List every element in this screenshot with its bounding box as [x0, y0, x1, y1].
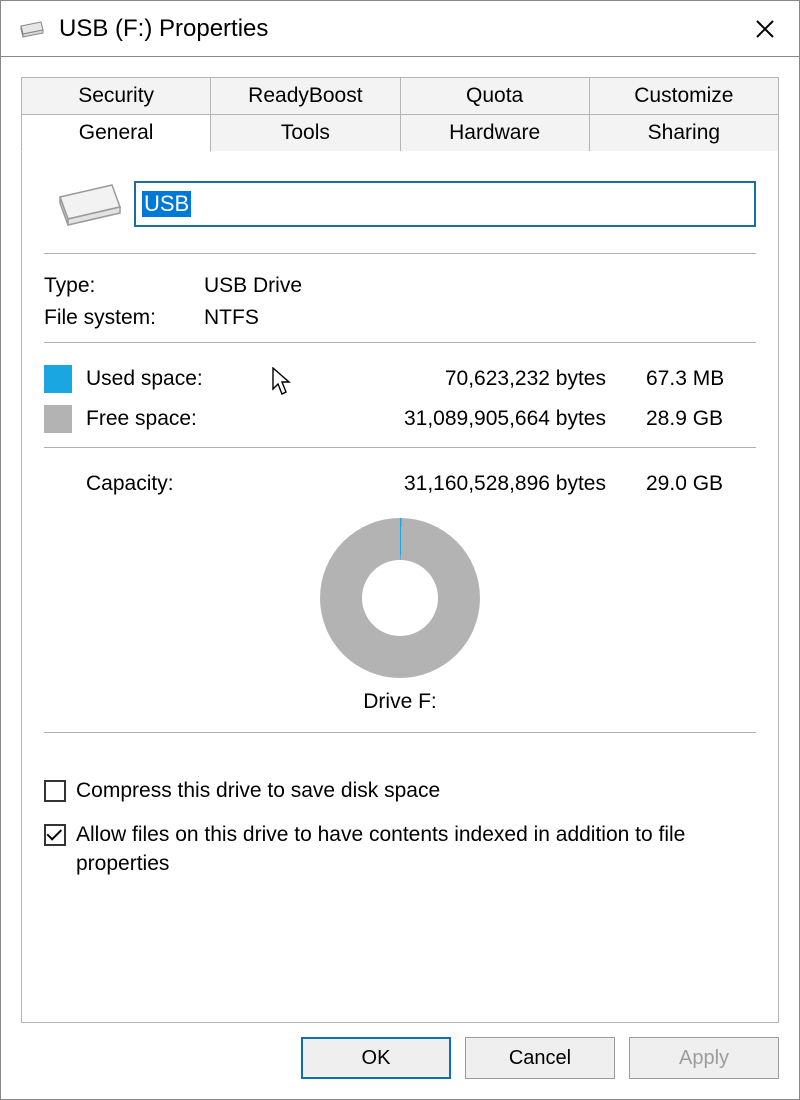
tabs-container: Security ReadyBoost Quota Customize Gene… [1, 57, 799, 1023]
capacity-pie-chart [320, 518, 480, 678]
tab-general[interactable]: General [21, 115, 211, 152]
free-space-bytes: 31,089,905,664 bytes [236, 407, 646, 431]
tab-quota[interactable]: Quota [401, 77, 590, 115]
index-checkbox[interactable] [44, 824, 66, 846]
free-space-swatch [44, 405, 72, 433]
tab-tools[interactable]: Tools [211, 115, 400, 152]
drive-icon-large [44, 181, 134, 227]
volume-name-input[interactable]: USB [134, 181, 756, 227]
separator [44, 447, 756, 448]
capacity-bytes: 31,160,528,896 bytes [236, 472, 646, 496]
apply-button: Apply [629, 1037, 779, 1079]
close-button[interactable] [741, 5, 789, 53]
tab-rows: Security ReadyBoost Quota Customize Gene… [21, 77, 779, 152]
tab-sharing[interactable]: Sharing [590, 115, 779, 152]
free-space-human: 28.9 GB [646, 407, 756, 431]
capacity-human: 29.0 GB [646, 472, 756, 496]
separator [44, 342, 756, 343]
drive-icon-small [19, 20, 45, 38]
capacity-label: Capacity: [86, 472, 236, 496]
titlebar: USB (F:) Properties [1, 1, 799, 57]
type-value: USB Drive [204, 274, 302, 298]
properties-dialog: USB (F:) Properties Security ReadyBoost … [0, 0, 800, 1100]
filesystem-label: File system: [44, 306, 204, 330]
separator [44, 253, 756, 254]
filesystem-value: NTFS [204, 306, 259, 330]
used-space-label: Used space: [86, 367, 236, 391]
used-space-bytes: 70,623,232 bytes [236, 367, 646, 391]
close-icon [755, 19, 775, 39]
type-label: Type: [44, 274, 204, 298]
used-space-human: 67.3 MB [646, 367, 756, 391]
volume-name-text: USB [142, 191, 191, 217]
tab-security[interactable]: Security [21, 77, 211, 115]
dialog-button-bar: OK Cancel Apply [1, 1023, 799, 1099]
compress-checkbox[interactable] [44, 780, 66, 802]
free-space-label: Free space: [86, 407, 236, 431]
window-title: USB (F:) Properties [59, 15, 741, 43]
tab-panel-general: USB Type: USB Drive File system: NTFS Us… [21, 151, 779, 1023]
compress-label: Compress this drive to save disk space [76, 777, 440, 805]
cancel-button[interactable]: Cancel [465, 1037, 615, 1079]
separator [44, 732, 756, 733]
ok-button[interactable]: OK [301, 1037, 451, 1079]
tab-readyboost[interactable]: ReadyBoost [211, 77, 400, 115]
index-label: Allow files on this drive to have conten… [76, 821, 756, 878]
used-space-swatch [44, 365, 72, 393]
tab-hardware[interactable]: Hardware [401, 115, 590, 152]
drive-caption: Drive F: [44, 684, 756, 724]
tab-customize[interactable]: Customize [590, 77, 779, 115]
